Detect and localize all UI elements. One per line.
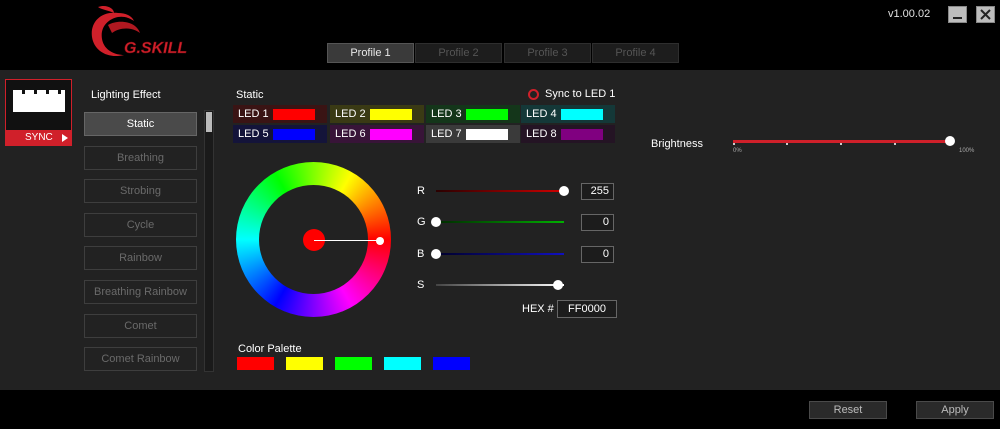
effect-strobing-button[interactable]: Strobing: [84, 179, 197, 203]
led-label: LED 1: [238, 108, 269, 120]
brightness-slider-handle[interactable]: [945, 136, 955, 146]
led-5-cell[interactable]: LED 5: [233, 125, 327, 143]
led-color-swatch[interactable]: [561, 129, 603, 140]
brightness-tick: [840, 143, 842, 145]
led-color-swatch[interactable]: [273, 109, 315, 120]
b-value-field[interactable]: 0: [581, 246, 614, 263]
effect-static-button[interactable]: Static: [84, 112, 197, 136]
g-value-field[interactable]: 0: [581, 214, 614, 231]
led-color-swatch[interactable]: [561, 109, 603, 120]
tab-profile-2[interactable]: Profile 2: [415, 43, 502, 63]
effect-breathing-button[interactable]: Breathing: [84, 146, 197, 170]
palette-swatch[interactable]: [286, 357, 323, 370]
led-label: LED 3: [431, 108, 462, 120]
effect-comet-button[interactable]: Comet: [84, 314, 197, 338]
led-8-cell[interactable]: LED 8: [521, 125, 615, 143]
close-icon: [980, 9, 991, 20]
effect-cycle-button[interactable]: Cycle: [84, 213, 197, 237]
led-6-cell[interactable]: LED 6: [330, 125, 424, 143]
led-7-cell[interactable]: LED 7: [426, 125, 520, 143]
sync-button[interactable]: SYNC: [5, 130, 72, 146]
led-label: LED 8: [526, 128, 557, 140]
g-label: G: [417, 216, 426, 228]
effect-breathing-rainbow-button[interactable]: Breathing Rainbow: [84, 280, 197, 304]
hex-label: HEX #: [522, 303, 554, 315]
led-color-swatch[interactable]: [466, 129, 508, 140]
tab-profile-3[interactable]: Profile 3: [504, 43, 591, 63]
tab-profile-4[interactable]: Profile 4: [592, 43, 679, 63]
gskill-logo: G.SKILL: [91, 5, 187, 57]
led-label: LED 5: [238, 128, 269, 140]
effect-rainbow-button[interactable]: Rainbow: [84, 246, 197, 270]
led-color-swatch[interactable]: [273, 129, 315, 140]
scrollbar-thumb[interactable]: [206, 112, 212, 132]
r-value-field[interactable]: 255: [581, 183, 614, 200]
radio-ring-icon: [528, 89, 539, 100]
color-palette-title: Color Palette: [238, 343, 302, 355]
brightness-min-label: 0%: [733, 148, 742, 154]
led-color-swatch[interactable]: [370, 129, 412, 140]
hex-value-field[interactable]: FF0000: [557, 300, 617, 318]
brightness-max-label: 100%: [959, 148, 975, 154]
ram-module-icon: [13, 94, 65, 112]
led-color-swatch[interactable]: [370, 109, 412, 120]
led-color-swatch[interactable]: [466, 109, 508, 120]
b-slider-handle[interactable]: [431, 249, 441, 259]
lighting-effect-title: Lighting Effect: [91, 89, 161, 101]
play-arrow-icon: [62, 134, 68, 142]
brightness-label: Brightness: [651, 138, 703, 150]
b-slider-track[interactable]: [436, 253, 564, 255]
reset-button[interactable]: Reset: [809, 401, 887, 419]
s-slider-handle[interactable]: [553, 280, 563, 290]
b-label: B: [417, 248, 425, 260]
svg-text:G.SKILL: G.SKILL: [124, 40, 187, 57]
effect-comet-rainbow-button[interactable]: Comet Rainbow: [84, 347, 197, 371]
g-slider-handle[interactable]: [431, 217, 441, 227]
color-wheel-pointer-line: [314, 240, 380, 241]
brightness-tick: [894, 143, 896, 145]
led-label: LED 2: [335, 108, 366, 120]
palette-swatch[interactable]: [335, 357, 372, 370]
s-label: S: [417, 279, 425, 291]
s-slider-track[interactable]: [436, 284, 564, 286]
tab-profile-1[interactable]: Profile 1: [327, 43, 414, 63]
led-2-cell[interactable]: LED 2: [330, 105, 424, 123]
close-button[interactable]: [976, 6, 995, 23]
brightness-tick: [733, 143, 735, 145]
palette-swatch[interactable]: [237, 357, 274, 370]
apply-button[interactable]: Apply: [916, 401, 994, 419]
led-3-cell[interactable]: LED 3: [426, 105, 520, 123]
version-label: v1.00.02: [888, 8, 931, 20]
led-label: LED 7: [431, 128, 462, 140]
sync-to-led1-label: Sync to LED 1: [545, 88, 616, 100]
sync-label: SYNC: [25, 132, 53, 143]
led-label: LED 4: [526, 108, 557, 120]
led-1-cell[interactable]: LED 1: [233, 105, 327, 123]
color-wheel-handle[interactable]: [376, 237, 384, 245]
r-slider-handle[interactable]: [559, 186, 569, 196]
static-section-title: Static: [236, 89, 264, 101]
palette-swatch[interactable]: [384, 357, 421, 370]
palette-swatch[interactable]: [433, 357, 470, 370]
r-label: R: [417, 185, 425, 197]
effect-list-scrollbar[interactable]: [204, 110, 214, 372]
r-slider-track[interactable]: [436, 190, 564, 192]
minimize-button[interactable]: [948, 6, 967, 23]
brightness-tick: [786, 143, 788, 145]
led-label: LED 6: [335, 128, 366, 140]
led-4-cell[interactable]: LED 4: [521, 105, 615, 123]
g-slider-track[interactable]: [436, 221, 564, 223]
